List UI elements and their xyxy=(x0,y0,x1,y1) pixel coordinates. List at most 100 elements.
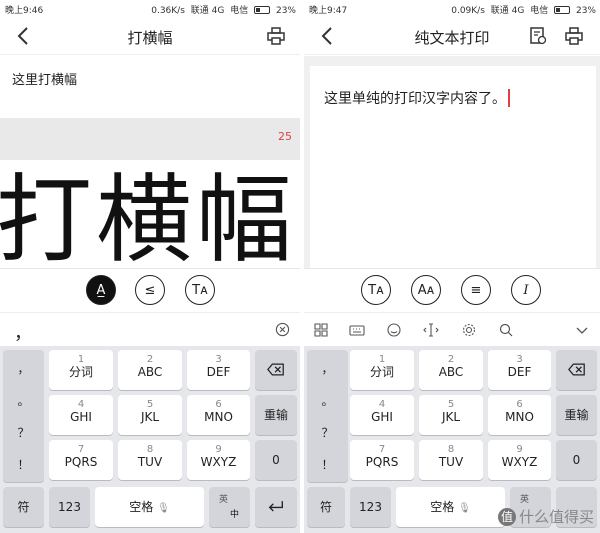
punct-key[interactable]: ？ xyxy=(307,424,348,441)
carrier-1: 联通 4G xyxy=(490,6,525,16)
grid-icon[interactable] xyxy=(313,322,329,338)
battery-level: 23% xyxy=(275,6,296,16)
zero-key[interactable]: 0 xyxy=(556,440,597,480)
key-3[interactable]: 3 DEF xyxy=(488,350,551,390)
symbol-key[interactable]: 符 xyxy=(307,487,345,527)
key-7[interactable]: 7 PQRS xyxy=(350,440,414,480)
font-style-icon[interactable]: Aᴀ xyxy=(411,275,441,305)
banner-input-text: 这里打横幅 xyxy=(12,73,78,88)
settings-icon[interactable] xyxy=(461,322,477,338)
cursor-icon[interactable] xyxy=(423,322,439,338)
reenter-key[interactable]: 重输 xyxy=(255,395,297,435)
key-1[interactable]: 1 分词 xyxy=(350,350,414,390)
key-7[interactable]: 7 PQRS xyxy=(49,440,113,480)
punct-key[interactable]: ， xyxy=(3,360,44,377)
search-icon[interactable] xyxy=(498,322,514,338)
enter-key[interactable] xyxy=(255,487,297,527)
left-screen: 晚上9:46 0.36K/s 联通 4G 电信 23% 打横幅 这里打横幅 25… xyxy=(0,0,300,533)
key-2[interactable]: 2 ABC xyxy=(118,350,182,390)
char-count: 25 xyxy=(278,130,292,143)
net-speed: 0.36K/s xyxy=(151,6,185,16)
punctuation-column: ， 。 ？ ！ xyxy=(307,350,348,482)
watermark: 值什么值得买 xyxy=(497,506,594,527)
mic-icon: 🎙 xyxy=(458,503,471,514)
mic-icon: 🎙 xyxy=(157,503,170,514)
text-cursor xyxy=(508,89,510,107)
space-key[interactable]: 空格 🎙 xyxy=(396,487,505,527)
key-8[interactable]: 8 TUV xyxy=(419,440,483,480)
font-size-icon[interactable]: Tᴀ xyxy=(361,275,391,305)
reenter-key[interactable]: 重输 xyxy=(556,395,597,435)
key-4[interactable]: 4 GHI xyxy=(49,395,113,435)
status-time: 晚上9:47 xyxy=(309,6,348,16)
backspace-key[interactable] xyxy=(255,350,297,390)
keyboard-icon[interactable] xyxy=(349,322,365,338)
key-6[interactable]: 6 MNO xyxy=(187,395,250,435)
key-2[interactable]: 2 ABC xyxy=(419,350,483,390)
key-9[interactable]: 9 WXYZ xyxy=(187,440,250,480)
emoji-icon[interactable] xyxy=(386,322,402,338)
editor-content: 这里单纯的打印汉字内容了。 xyxy=(324,91,506,107)
backspace-key[interactable] xyxy=(556,350,597,390)
space-key[interactable]: 空格 🎙 xyxy=(95,487,204,527)
key-5[interactable]: 5 JKL xyxy=(419,395,483,435)
align-icon[interactable]: ≡ xyxy=(461,275,491,305)
status-bar: 晚上9:46 0.36K/s 联通 4G 电信 23% xyxy=(0,0,300,17)
key-3[interactable]: 3 DEF xyxy=(187,350,250,390)
key-6[interactable]: 6 MNO xyxy=(488,395,551,435)
text-editor[interactable]: 这里单纯的打印汉字内容了。 xyxy=(310,66,596,268)
page-title: 纯文本打印 xyxy=(414,29,490,47)
status-bar: 晚上9:47 0.09K/s 联通 4G 电信 23% xyxy=(304,0,600,17)
enter-icon xyxy=(268,501,283,512)
key-9[interactable]: 9 WXYZ xyxy=(488,440,551,480)
number-mode-key[interactable]: 123 xyxy=(49,487,90,527)
status-time: 晚上9:46 xyxy=(5,6,44,16)
symbol-key[interactable]: 符 xyxy=(3,487,44,527)
number-mode-key[interactable]: 123 xyxy=(350,487,391,527)
punct-key[interactable]: ！ xyxy=(3,456,44,473)
doc-settings-icon[interactable] xyxy=(528,26,548,46)
clear-icon[interactable] xyxy=(275,322,290,337)
language-switch-key[interactable]: 英 中 xyxy=(209,487,250,527)
ime-toolbar xyxy=(304,312,600,346)
printer-icon[interactable] xyxy=(564,26,584,46)
watermark-text: 什么值得买 xyxy=(518,508,594,526)
punct-key[interactable]: ， xyxy=(307,360,348,377)
title-bar: 纯文本打印 xyxy=(304,17,600,55)
key-5[interactable]: 5 JKL xyxy=(118,395,182,435)
chevron-down-icon[interactable] xyxy=(574,322,590,338)
punct-key[interactable]: 。 xyxy=(307,392,348,409)
keyboard: ， 。 ？ ！ 1 分词 2 ABC 3 DEF 4 GHI 5 JKL 6 MNO 重输 … xyxy=(0,346,300,533)
punct-key[interactable]: 。 xyxy=(3,392,44,409)
battery-icon xyxy=(254,6,271,14)
candidate-bar: ， xyxy=(0,312,300,346)
banner-text-input[interactable]: 这里打横幅 xyxy=(0,56,300,118)
text-align-format-icon[interactable]: ≤ xyxy=(135,275,165,305)
backspace-icon xyxy=(267,363,284,376)
carrier-2: 电信 xyxy=(530,6,549,16)
punct-key[interactable]: ？ xyxy=(3,424,44,441)
counter-band: 25 xyxy=(0,118,300,160)
punctuation-column: ， 。 ？ ！ xyxy=(3,350,44,482)
banner-preview: 打横幅 xyxy=(0,160,300,268)
printer-icon[interactable] xyxy=(266,26,286,46)
format-toolbar: Tᴀ Aᴀ ≡ I xyxy=(304,268,600,312)
title-bar: 打横幅 xyxy=(0,17,300,55)
italic-icon[interactable]: I xyxy=(511,275,541,305)
battery-icon xyxy=(554,6,571,14)
key-1[interactable]: 1 分词 xyxy=(49,350,113,390)
key-8[interactable]: 8 TUV xyxy=(118,440,182,480)
net-speed: 0.09K/s xyxy=(451,6,485,16)
candidate-comma[interactable]: ， xyxy=(14,319,32,345)
key-4[interactable]: 4 GHI xyxy=(350,395,414,435)
battery-level: 23% xyxy=(575,6,596,16)
text-format-icon[interactable]: A̲ xyxy=(86,275,116,305)
keyboard: ， 。 ？ ！ 1 分词 2 ABC 3 DEF 4 GHI 5 JKL 6 MNO 重输 … xyxy=(304,346,600,533)
zero-key[interactable]: 0 xyxy=(255,440,297,480)
carrier-2: 电信 xyxy=(230,6,249,16)
punct-key[interactable]: ！ xyxy=(307,456,348,473)
carrier-1: 联通 4G xyxy=(190,6,225,16)
page-title: 打横幅 xyxy=(127,29,173,47)
backspace-icon xyxy=(567,363,585,376)
font-size-icon[interactable]: Tᴀ xyxy=(185,275,215,305)
